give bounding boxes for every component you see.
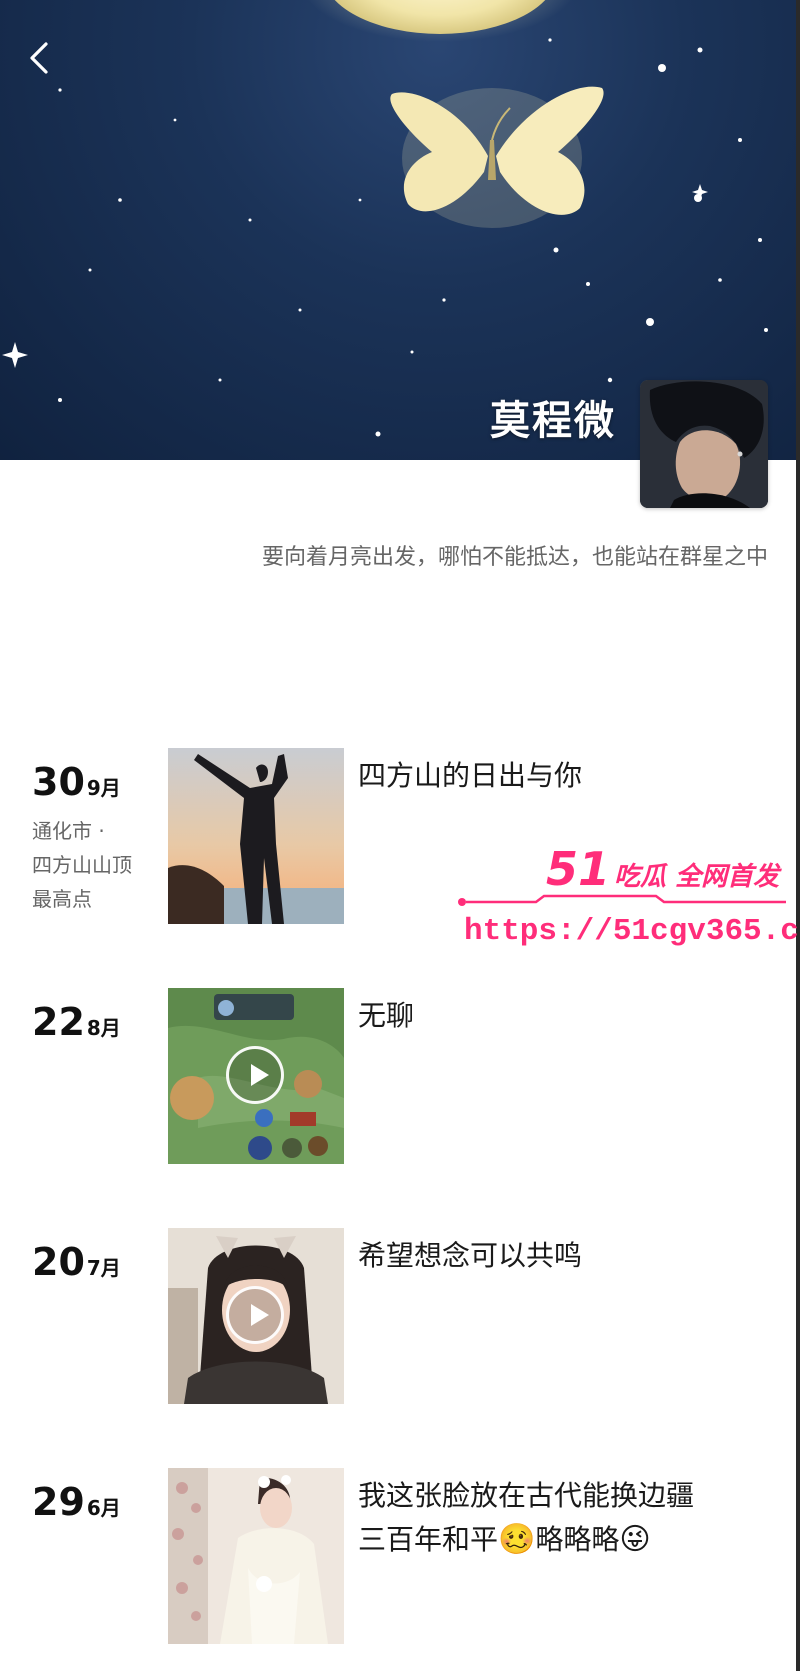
timeline-post: 29 6月 我这张脸放在古代能换边疆 三百年和平🥴略略略😜	[0, 1468, 796, 1646]
post-title-text: 三百年和平	[358, 1523, 499, 1556]
post-thumbnail[interactable]	[168, 748, 344, 924]
costume-photo	[168, 1468, 344, 1644]
profile-name: 莫程微	[490, 398, 616, 444]
timeline-post: 22 8月 无聊	[0, 988, 796, 1166]
post-title[interactable]: 我这张脸放在古代能换边疆 三百年和平🥴略略略😜	[358, 1474, 778, 1562]
post-day: 29	[32, 1480, 85, 1524]
watermark-url: https://51cgv365.com	[464, 914, 800, 949]
location-line: 最高点	[32, 887, 92, 911]
post-month: 6月	[86, 1496, 121, 1520]
post-month: 8月	[86, 1016, 121, 1040]
post-day: 30	[32, 760, 85, 804]
timeline-post: 20 7月 希望想念可以共鸣	[0, 1228, 796, 1406]
screen-edge	[796, 0, 800, 1671]
woozy-face-icon: 🥴	[498, 1522, 536, 1557]
play-icon[interactable]	[226, 1046, 284, 1104]
post-thumbnail[interactable]	[168, 1468, 344, 1644]
profile-bio: 要向着月亮出发，哪怕不能抵达，也能站在群星之中	[261, 545, 768, 570]
post-title-line: 三百年和平🥴略略略😜	[358, 1518, 778, 1562]
watermark-brand-number: 51	[546, 842, 611, 896]
avatar[interactable]	[640, 380, 768, 508]
watermark-brand: 51 吃瓜 全网首发	[546, 842, 779, 896]
post-thumbnail[interactable]	[168, 988, 344, 1164]
post-date: 30 9月	[32, 760, 121, 804]
location-line: 四方山山顶	[32, 853, 132, 877]
sunrise-photo	[168, 748, 344, 924]
post-location[interactable]: 通化市 · 四方山山顶 最高点	[32, 814, 132, 916]
post-thumbnail[interactable]	[168, 1228, 344, 1404]
post-month: 9月	[86, 776, 121, 800]
watermark-decoration	[458, 894, 786, 906]
watermark-brand-text: 吃瓜 全网首发	[614, 862, 780, 892]
post-month: 7月	[86, 1256, 121, 1280]
post-title[interactable]: 四方山的日出与你	[358, 754, 778, 798]
butterfly	[390, 86, 604, 228]
watermark: 51 吃瓜 全网首发 https://51cgv365.com	[456, 842, 800, 954]
post-day: 20	[32, 1240, 85, 1284]
back-button[interactable]	[22, 36, 58, 80]
post-date: 22 8月	[32, 1000, 121, 1044]
post-date: 29 6月	[32, 1480, 121, 1524]
winking-tongue-face-icon: 😜	[619, 1522, 651, 1557]
chevron-left-icon	[30, 42, 48, 74]
post-title-text: 略略略	[535, 1523, 620, 1556]
post-title-line: 我这张脸放在古代能换边疆	[358, 1479, 695, 1512]
post-date: 20 7月	[32, 1240, 121, 1284]
avatar-photo	[640, 380, 768, 508]
stars	[2, 38, 768, 437]
location-line: 通化市 ·	[32, 819, 105, 843]
play-icon[interactable]	[226, 1286, 284, 1344]
post-title[interactable]: 希望想念可以共鸣	[358, 1234, 778, 1278]
post-day: 22	[32, 1000, 85, 1044]
post-title[interactable]: 无聊	[358, 994, 778, 1038]
